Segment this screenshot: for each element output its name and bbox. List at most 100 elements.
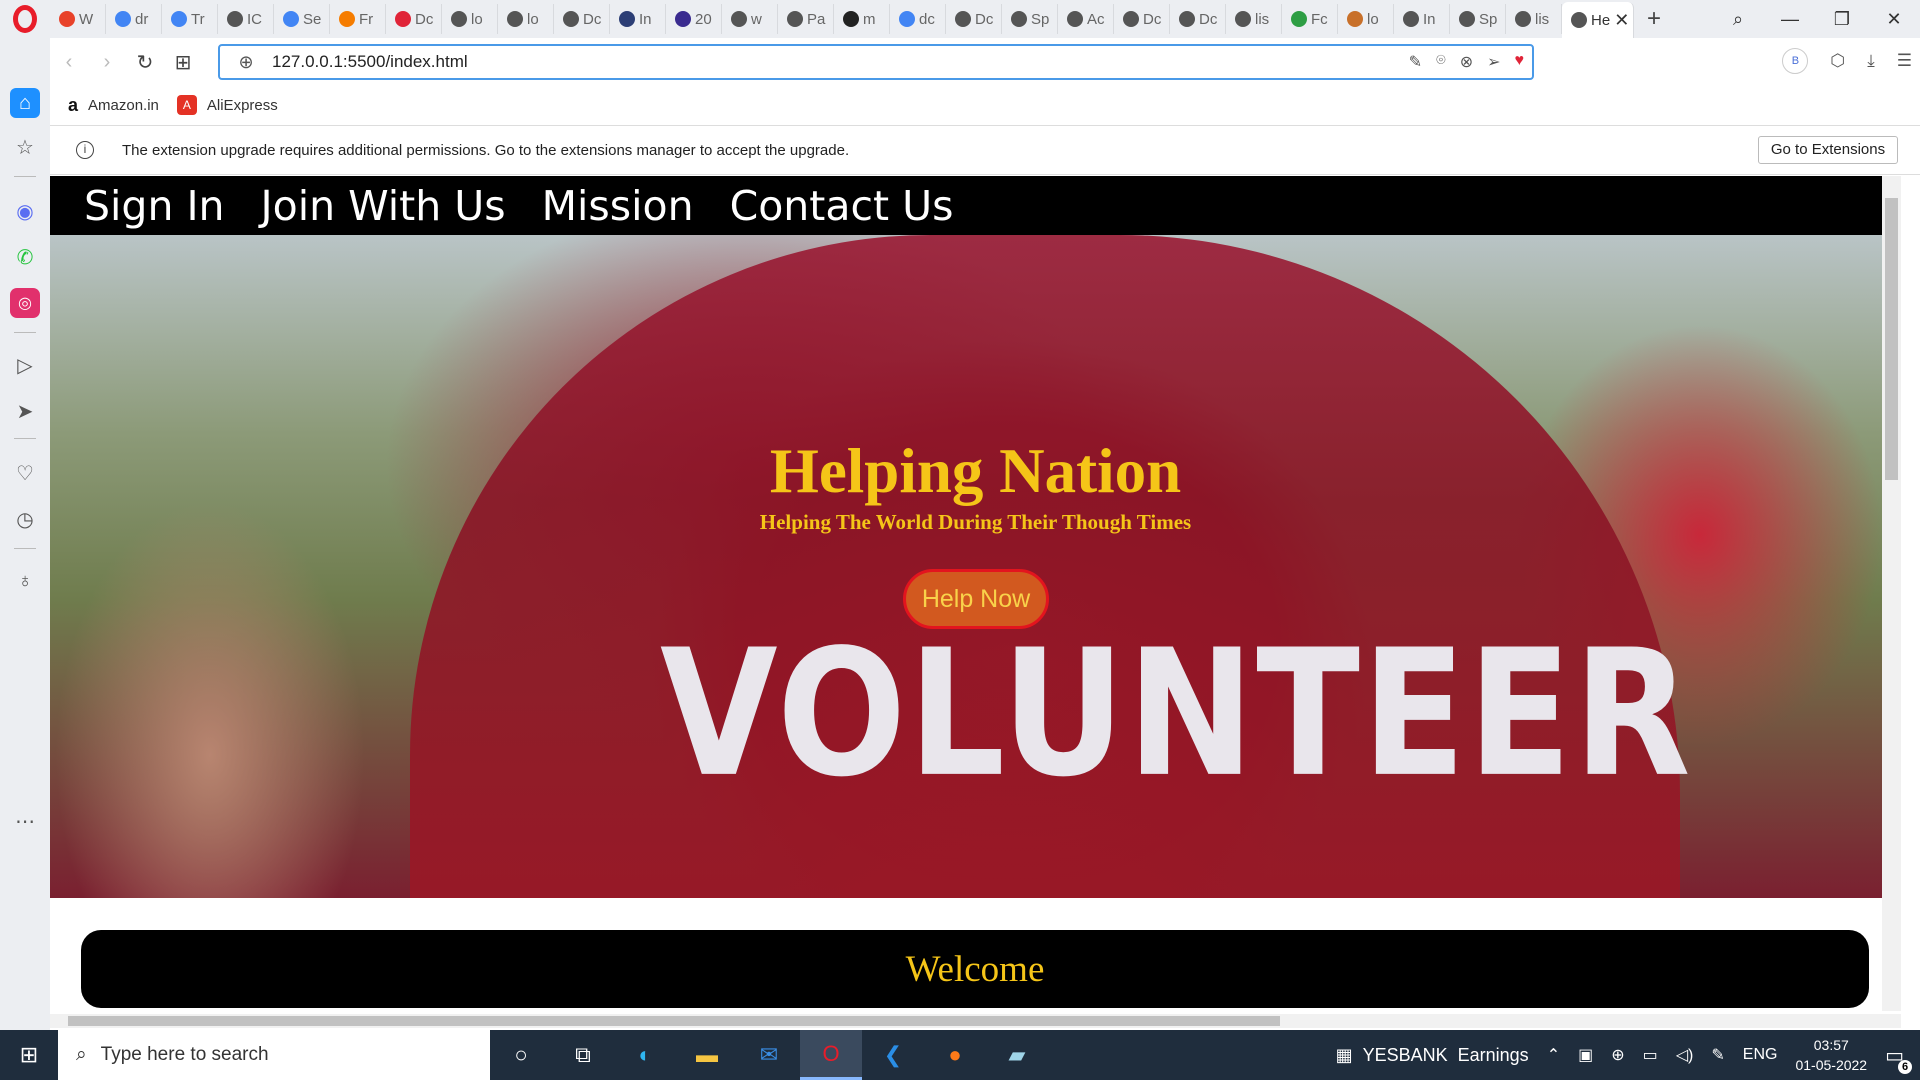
close-tab-icon[interactable]: ✕ (1614, 10, 1629, 31)
mail-icon[interactable]: ✉ (738, 1030, 800, 1080)
tab[interactable]: Se (274, 4, 330, 34)
tab[interactable]: lis (1506, 4, 1562, 34)
tab[interactable]: Tr (162, 4, 218, 34)
tab[interactable]: dc (890, 4, 946, 34)
instagram-icon[interactable]: ◎ (10, 288, 40, 318)
battery-icon[interactable]: ▭ (1643, 1045, 1658, 1065)
tab-label: w (751, 10, 762, 28)
tab[interactable]: Fr (330, 4, 386, 34)
tab[interactable]: Dc (554, 4, 610, 34)
block-icon[interactable]: ⊗ (1460, 52, 1473, 72)
search-tabs-icon[interactable]: ⌕ (1712, 9, 1764, 30)
file-explorer-icon[interactable]: ▬ (676, 1030, 738, 1080)
star-icon[interactable]: ☆ (10, 132, 40, 162)
tab-favicon-icon (731, 11, 747, 27)
pen-icon[interactable]: ✎ (1711, 1045, 1724, 1065)
tab[interactable]: Dc (1170, 4, 1226, 34)
tab[interactable]: lo (1338, 4, 1394, 34)
task-view-icon[interactable]: ⧉ (552, 1030, 614, 1080)
nav-sign-in[interactable]: Sign In (84, 182, 225, 230)
tab-grid-icon[interactable]: ⊞ (164, 50, 202, 75)
tab[interactable]: lis (1226, 4, 1282, 34)
meet-icon[interactable]: ▣ (1578, 1045, 1593, 1065)
camera-icon[interactable]: ⌾ (1436, 52, 1446, 72)
tab[interactable]: Sp (1450, 4, 1506, 34)
tab[interactable]: Ac (1058, 4, 1114, 34)
tab[interactable]: Pa (778, 4, 834, 34)
tab[interactable]: IC (218, 4, 274, 34)
lightbulb-icon[interactable]: ♁ (10, 566, 40, 596)
help-now-button[interactable]: Help Now (903, 569, 1049, 629)
profile-button[interactable]: B (1782, 48, 1809, 74)
send-icon[interactable]: ➤ (10, 396, 40, 426)
reload-button[interactable]: ↻ (126, 50, 164, 75)
tab[interactable]: Fc (1282, 4, 1338, 34)
horizontal-scrollbar[interactable] (0, 1012, 1901, 1030)
nav-mission[interactable]: Mission (542, 182, 694, 230)
tab[interactable]: Dc (946, 4, 1002, 34)
url-field[interactable]: ⊕ 127.0.0.1:5500/index.html ✎ ⌾ ⊗ ➢ ♥ (218, 44, 1534, 80)
tab[interactable]: Dc (386, 4, 442, 34)
notepad-icon[interactable]: ▰ (986, 1030, 1048, 1080)
scroll-thumb[interactable] (1885, 198, 1898, 480)
close-window-button[interactable]: ✕ (1868, 9, 1920, 30)
scroll-thumb[interactable] (68, 1016, 1280, 1026)
cortana-icon[interactable]: ○ (490, 1030, 552, 1080)
tab[interactable]: W (50, 4, 106, 34)
new-tab-button[interactable]: + (1634, 5, 1674, 33)
tab[interactable]: 20 (666, 4, 722, 34)
stock-widget[interactable]: ▦ YESBANK Earnings (1336, 1045, 1529, 1066)
tab[interactable]: In (1394, 4, 1450, 34)
vertical-scrollbar[interactable] (1882, 176, 1901, 1011)
bookmark-aliexpress[interactable]: A AliExpress (176, 95, 278, 115)
opera-taskbar-icon[interactable]: O (800, 1030, 862, 1080)
whatsapp-icon[interactable]: ✆ (10, 242, 40, 272)
volume-icon[interactable]: ◁) (1676, 1045, 1694, 1065)
nav-join-with-us[interactable]: Join With Us (261, 182, 506, 230)
bookmark-amazon[interactable]: a Amazon.in (68, 95, 159, 116)
tab[interactable]: dr (106, 4, 162, 34)
download-icon[interactable]: ⤓ (1867, 51, 1875, 71)
heart-icon[interactable]: ♡ (10, 458, 40, 488)
stock-ticker: YESBANK (1362, 1044, 1448, 1065)
opera-menu-button[interactable] (0, 0, 50, 38)
notification-center[interactable]: ▭ 6 (1885, 1043, 1912, 1074)
restore-button[interactable]: ❐ (1816, 9, 1868, 30)
minimize-button[interactable]: — (1764, 9, 1816, 30)
taskbar-search[interactable]: ⌕ Type here to search (58, 1030, 490, 1080)
easy-setup-icon[interactable]: ☰ (1897, 51, 1912, 71)
more-icon[interactable]: ⋯ (10, 806, 40, 836)
shirt-text: VOLUNTEER (660, 611, 1693, 816)
messenger-icon[interactable]: ◉ (10, 196, 40, 226)
bookmark-heart-icon[interactable]: ♥ (1515, 52, 1525, 72)
edit-icon[interactable]: ✎ (1409, 52, 1422, 72)
vscode-icon[interactable]: ❮ (862, 1030, 924, 1080)
history-icon[interactable]: ◷ (10, 504, 40, 534)
clock[interactable]: 03:57 01-05-2022 (1795, 1035, 1867, 1075)
go-to-extensions-button[interactable]: Go to Extensions (1758, 136, 1898, 164)
edge-icon[interactable]: ◐ (614, 1030, 676, 1080)
tab[interactable]: m (834, 4, 890, 34)
scroll-track[interactable] (50, 1014, 1901, 1028)
home-icon[interactable]: ⌂ (10, 88, 40, 118)
language-indicator[interactable]: ENG (1743, 1046, 1778, 1064)
back-button[interactable]: ‹ (50, 51, 88, 74)
tab[interactable]: Sp (1002, 4, 1058, 34)
chevron-up-icon[interactable]: ⌃ (1547, 1045, 1560, 1065)
tab-active[interactable]: He ✕ (1562, 2, 1634, 38)
tab[interactable]: lo (442, 4, 498, 34)
tab[interactable]: In (610, 4, 666, 34)
tab[interactable]: lo (498, 4, 554, 34)
network-icon[interactable]: ⊕ (1611, 1045, 1624, 1065)
url-text[interactable]: 127.0.0.1:5500/index.html (272, 52, 468, 72)
player-icon[interactable]: ▷ (10, 350, 40, 380)
windows-start-icon[interactable]: ⊞ (0, 1030, 58, 1080)
tab-favicon-icon (1515, 11, 1531, 27)
share-icon[interactable]: ➢ (1487, 52, 1500, 72)
nav-contact-us[interactable]: Contact Us (730, 182, 954, 230)
extensions-icon[interactable]: ⬡ (1830, 51, 1845, 71)
tab[interactable]: Dc (1114, 4, 1170, 34)
firefox-icon[interactable]: ● (924, 1030, 986, 1080)
tab[interactable]: w (722, 4, 778, 34)
forward-button[interactable]: › (88, 51, 126, 74)
